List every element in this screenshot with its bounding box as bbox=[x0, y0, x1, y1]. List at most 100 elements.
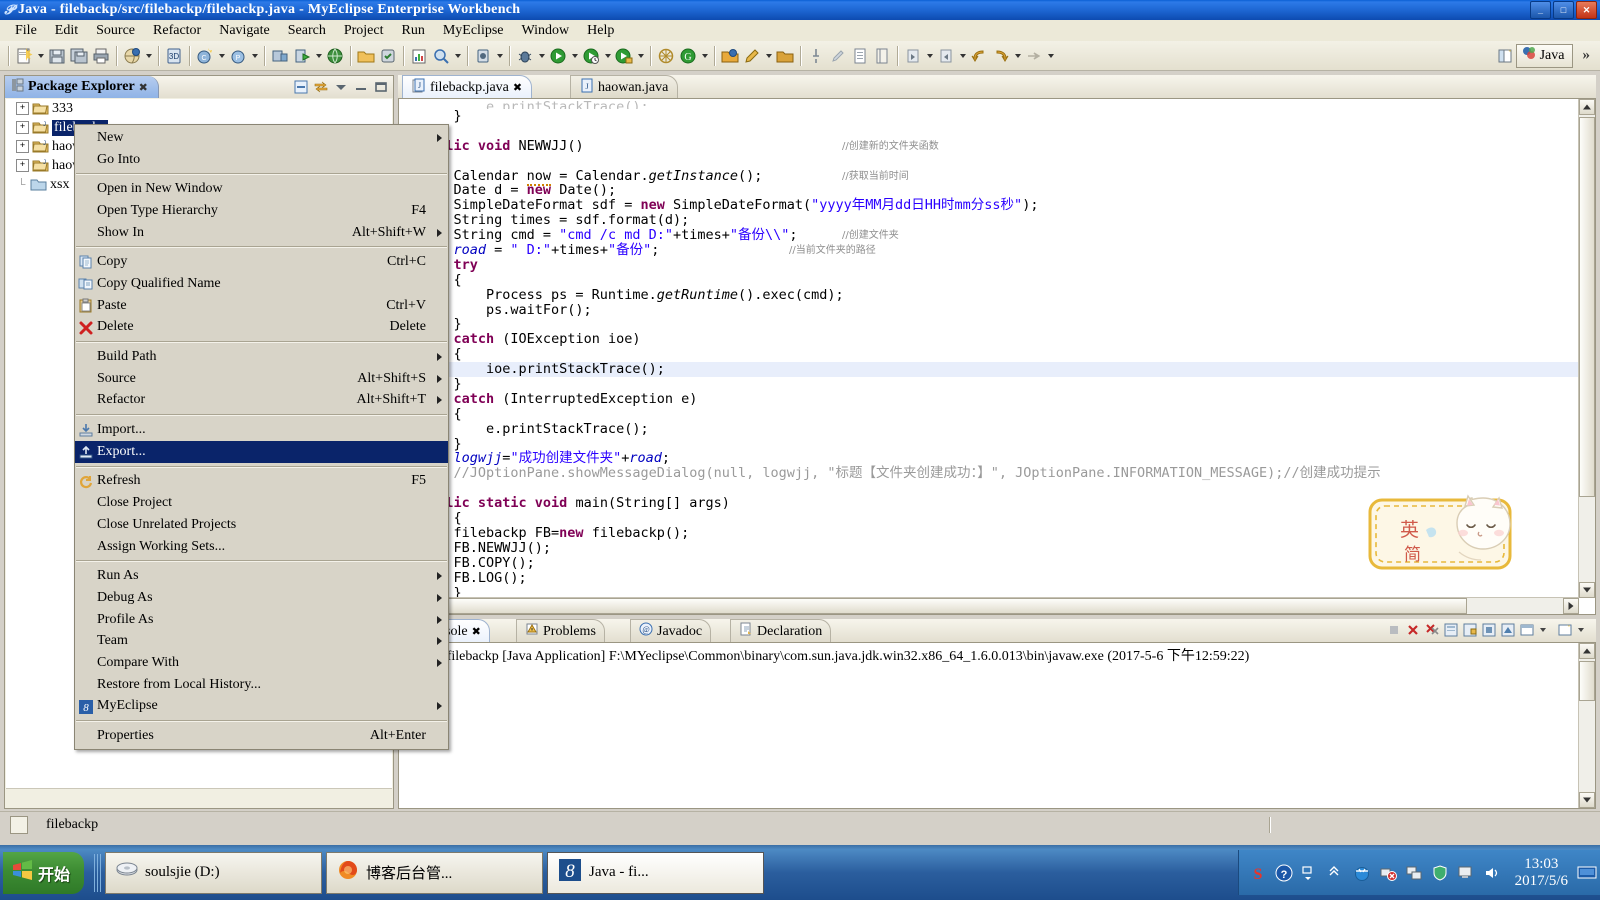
scroll-up-button[interactable] bbox=[1579, 99, 1595, 115]
terminate-icon[interactable] bbox=[1386, 622, 1402, 638]
minimize-button[interactable]: _ bbox=[1530, 1, 1551, 19]
expand-toggle-icon[interactable]: + bbox=[16, 140, 29, 153]
g-dropdown[interactable] bbox=[699, 46, 710, 66]
menu-help[interactable]: Help bbox=[578, 21, 623, 41]
context-menu-item-source[interactable]: Source Alt+Shift+S bbox=[75, 368, 448, 390]
prev-dropdown[interactable] bbox=[957, 46, 968, 66]
folder-open-icon[interactable] bbox=[775, 46, 795, 66]
debug-dropdown[interactable] bbox=[494, 46, 505, 66]
list-icon[interactable] bbox=[850, 46, 870, 66]
new-java-class-icon[interactable]: C bbox=[195, 46, 215, 66]
menu-myeclipse[interactable]: MyEclipse bbox=[434, 21, 513, 41]
view-menu-icon[interactable] bbox=[333, 79, 349, 95]
context-menu-item-copy-qualified-name[interactable]: Copy Qualified Name bbox=[75, 273, 448, 295]
context-menu-item-restore-from-local-history[interactable]: Restore from Local History... bbox=[75, 674, 448, 696]
help-blue-icon[interactable]: ? bbox=[1275, 864, 1293, 882]
debug-bug-dropdown[interactable] bbox=[536, 46, 547, 66]
new-report-icon[interactable] bbox=[409, 46, 429, 66]
tab-problems[interactable]: Problems bbox=[516, 619, 605, 643]
context-menu-item-close-project[interactable]: Close Project bbox=[75, 492, 448, 514]
context-menu-item-copy[interactable]: Copy Ctrl+C bbox=[75, 251, 448, 273]
thunder-icon[interactable] bbox=[1353, 864, 1371, 882]
myeclipse-web-icon[interactable] bbox=[122, 46, 142, 66]
debug-last-icon[interactable] bbox=[473, 46, 493, 66]
editor-vertical-scrollbar[interactable] bbox=[1578, 99, 1595, 598]
pin-icon[interactable] bbox=[806, 46, 826, 66]
scroll-up-button[interactable] bbox=[1579, 643, 1595, 659]
package-explorer-context-menu[interactable]: New Go Into Open in New Window Open Type… bbox=[74, 124, 449, 750]
next-dropdown[interactable] bbox=[924, 46, 935, 66]
build-icon[interactable] bbox=[378, 46, 398, 66]
pin-console-icon[interactable] bbox=[1481, 622, 1497, 638]
scroll-down-button[interactable] bbox=[1579, 792, 1595, 808]
new-package-dropdown[interactable] bbox=[249, 46, 260, 66]
context-menu-item-delete[interactable]: Delete Delete bbox=[75, 317, 448, 339]
context-menu-item-assign-working-sets[interactable]: Assign Working Sets... bbox=[75, 536, 448, 558]
forward-arrow-dropdown[interactable] bbox=[1045, 46, 1056, 66]
close-button[interactable]: ✕ bbox=[1576, 1, 1597, 19]
taskbar-grip[interactable] bbox=[94, 853, 102, 892]
shield-green-icon[interactable] bbox=[1431, 864, 1449, 882]
scroll-thumb[interactable] bbox=[1579, 661, 1595, 701]
scroll-down-button[interactable] bbox=[1579, 582, 1595, 598]
context-menu-item-new[interactable]: New bbox=[75, 127, 448, 149]
open-browser-icon[interactable] bbox=[325, 46, 345, 66]
expand-toggle-icon[interactable]: + bbox=[16, 102, 29, 115]
server-dropdown[interactable] bbox=[313, 46, 324, 66]
taskbar-button-soulsjie[interactable]: soulsjie (D:) bbox=[105, 851, 323, 894]
pencil-icon[interactable] bbox=[828, 46, 848, 66]
run-history-dropdown[interactable] bbox=[602, 46, 613, 66]
run-server-icon[interactable] bbox=[292, 46, 312, 66]
context-menu-item-close-unrelated-projects[interactable]: Close Unrelated Projects bbox=[75, 514, 448, 536]
start-button[interactable]: 开始 bbox=[3, 851, 85, 894]
context-menu-item-go-into[interactable]: Go Into bbox=[75, 149, 448, 171]
forward-icon[interactable] bbox=[991, 46, 1011, 66]
volume-icon[interactable] bbox=[1483, 864, 1501, 882]
scroll-thumb[interactable] bbox=[417, 598, 1467, 614]
taskbar-clock[interactable]: 13:03 2017/5/6 bbox=[1515, 856, 1568, 890]
view-menu-icon[interactable] bbox=[1576, 622, 1592, 638]
context-menu-item-debug-as[interactable]: Debug As bbox=[75, 587, 448, 609]
tab-filebackp-java[interactable]: J filebackp.java ✖ bbox=[402, 75, 533, 99]
close-icon[interactable]: ✖ bbox=[139, 81, 148, 94]
context-menu-item-build-path[interactable]: Build Path bbox=[75, 346, 448, 368]
maximize-button[interactable]: □ bbox=[1553, 1, 1574, 19]
taskbar-button-myeclipse[interactable]: 8 Java - fi... bbox=[547, 851, 765, 894]
back-icon[interactable] bbox=[969, 46, 989, 66]
menu-refactor[interactable]: Refactor bbox=[144, 21, 210, 41]
context-menu-item-run-as[interactable]: Run As bbox=[75, 565, 448, 587]
context-menu-item-compare-with[interactable]: Compare With bbox=[75, 652, 448, 674]
forward-arrow-icon[interactable] bbox=[1024, 46, 1044, 66]
context-menu-item-profile-as[interactable]: Profile As bbox=[75, 609, 448, 631]
debug-bug-icon[interactable] bbox=[515, 46, 535, 66]
annotation-dropdown[interactable] bbox=[763, 46, 774, 66]
run-lock-icon[interactable] bbox=[614, 46, 634, 66]
run-lock-dropdown[interactable] bbox=[635, 46, 646, 66]
search-icon[interactable] bbox=[431, 46, 451, 66]
context-menu-item-myeclipse[interactable]: 8 MyEclipse bbox=[75, 696, 448, 718]
menu-navigate[interactable]: Navigate bbox=[210, 21, 279, 41]
ime-toolbar-icon[interactable] bbox=[1301, 864, 1319, 882]
menu-window[interactable]: Window bbox=[513, 21, 579, 41]
tab-javadoc[interactable]: @ Javadoc bbox=[630, 619, 712, 643]
open-perspective-button[interactable] bbox=[1495, 46, 1515, 66]
display-selected-icon[interactable] bbox=[1500, 622, 1516, 638]
print-icon[interactable] bbox=[91, 46, 111, 66]
open-perspective-icon[interactable] bbox=[720, 46, 740, 66]
book-icon[interactable] bbox=[872, 46, 892, 66]
menu-edit[interactable]: Edit bbox=[46, 21, 87, 41]
menu-search[interactable]: Search bbox=[279, 21, 335, 41]
tab-haowan-java[interactable]: J haowan.java bbox=[570, 75, 679, 99]
perspective-tab-java[interactable]: Java bbox=[1515, 43, 1573, 68]
maximize-icon[interactable] bbox=[373, 79, 389, 95]
myeclipse-dropdown[interactable] bbox=[143, 46, 154, 66]
console-output-pane[interactable]: nated> filebackp [Java Application] F:\M… bbox=[398, 642, 1596, 809]
context-menu-item-export[interactable]: Export... bbox=[75, 440, 448, 463]
tab-package-explorer[interactable]: Package Explorer ✖ bbox=[5, 76, 159, 98]
new-java-package-icon[interactable]: P bbox=[228, 46, 248, 66]
open-console-icon[interactable] bbox=[1519, 622, 1535, 638]
save-all-icon[interactable] bbox=[69, 46, 89, 66]
next-annotation-icon[interactable] bbox=[903, 46, 923, 66]
run-dropdown[interactable] bbox=[569, 46, 580, 66]
save-icon[interactable] bbox=[47, 46, 67, 66]
